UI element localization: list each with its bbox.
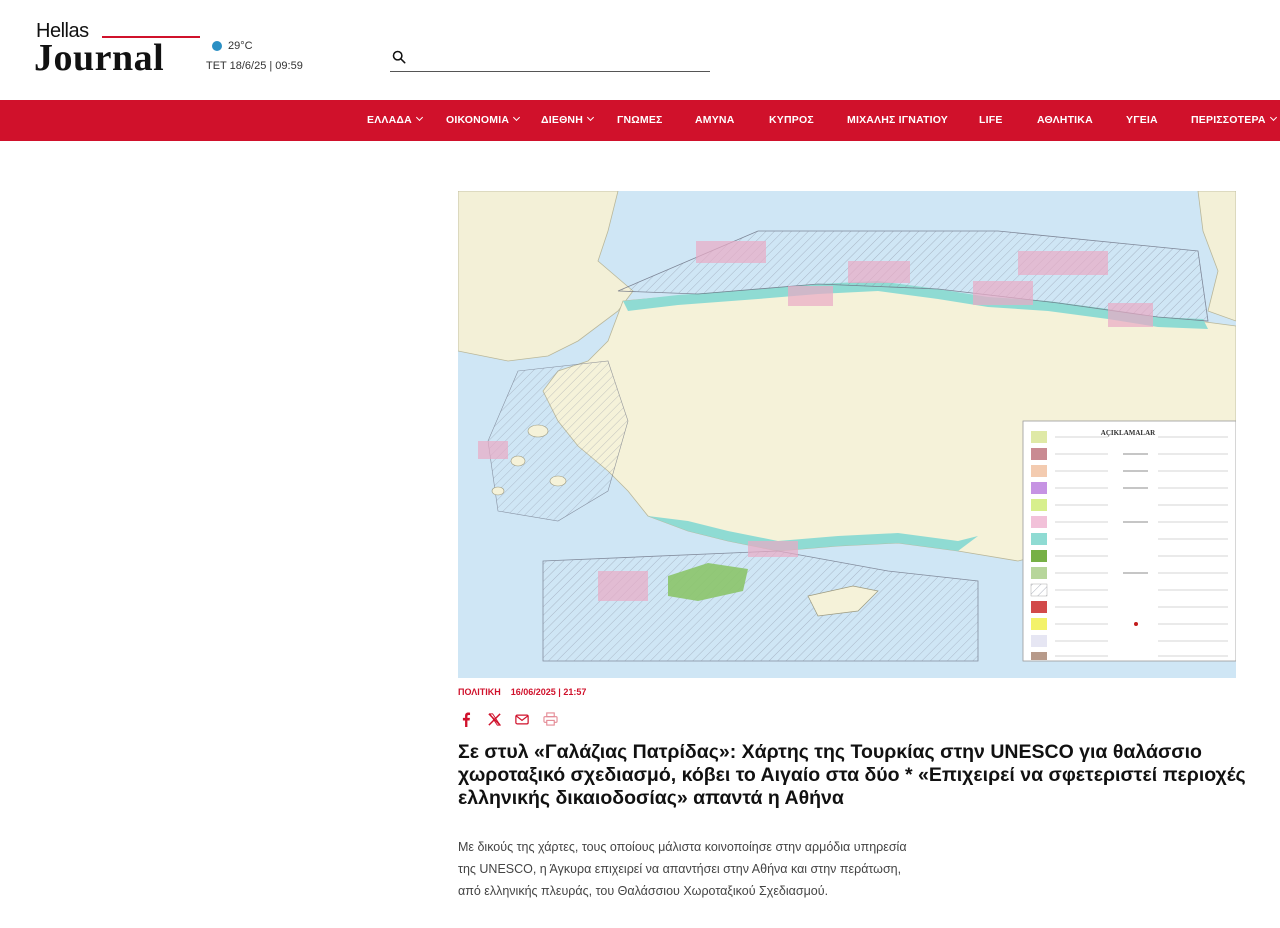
nav-label: ΜΙΧΑΛΗΣ ΙΓΝΑΤΙΟΥ xyxy=(847,114,948,126)
main-nav: ΕΛΛΑΔΑ ΟΙΚΟΝΟΜΙΑ ΔΙΕΘΝΗ ΓΝΩΜΕΣ ΑΜΥΝΑ ΚΥΠ… xyxy=(0,100,1280,141)
chevron-down-icon xyxy=(513,113,521,122)
email-icon[interactable] xyxy=(514,711,530,727)
nav-item-oikonomia[interactable]: ΟΙΚΟΝΟΜΙΑ xyxy=(446,100,521,141)
article-lead: Με δικούς της χάρτες, τους οποίους μάλισ… xyxy=(458,840,907,898)
site-logo[interactable]: Hellas Journal xyxy=(34,18,200,84)
logo-main-text: Journal xyxy=(34,37,165,79)
nav-item-ygeia[interactable]: ΥΓΕΙΑ xyxy=(1126,100,1158,141)
chevron-down-icon xyxy=(1269,113,1277,122)
article-hero-image[interactable]: AÇIKLAMALAR xyxy=(458,191,1236,678)
site-header: Hellas Journal 29°C ΤΕΤ 18/6/25 | 09:59 xyxy=(0,0,1280,100)
nav-item-ellada[interactable]: ΕΛΛΑΔΑ xyxy=(367,100,423,141)
print-icon[interactable] xyxy=(542,711,558,727)
nav-item-amyna[interactable]: ΑΜΥΝΑ xyxy=(695,100,735,141)
nav-label: ΑΘΛΗΤΙΚΑ xyxy=(1037,114,1093,126)
nav-item-diethni[interactable]: ΔΙΕΘΝΗ xyxy=(541,100,595,141)
article-date: 16/06/2025 | 21:57 xyxy=(510,687,587,697)
nav-item-perissotera[interactable]: ΠΕΡΙΣΣΟΤΕΡΑ xyxy=(1191,100,1277,141)
nav-item-michalis-ignatiou[interactable]: ΜΙΧΑΛΗΣ ΙΓΝΑΤΙΟΥ xyxy=(847,100,948,141)
nav-item-life[interactable]: LIFE xyxy=(979,100,1003,141)
chevron-down-icon xyxy=(415,113,423,122)
map-illustration: AÇIKLAMALAR xyxy=(458,191,1236,678)
nav-label: ΥΓΕΙΑ xyxy=(1126,114,1158,126)
weather-widget: 29°C ΤΕΤ 18/6/25 | 09:59 xyxy=(206,40,303,72)
current-datetime: ΤΕΤ 18/6/25 | 09:59 xyxy=(206,60,303,72)
nav-label: ΔΙΕΘΝΗ xyxy=(541,114,584,126)
nav-label: ΑΜΥΝΑ xyxy=(695,114,735,126)
nav-label: ΕΛΛΑΔΑ xyxy=(367,114,412,126)
nav-label: ΓΝΩΜΕΣ xyxy=(617,114,663,126)
facebook-icon[interactable] xyxy=(458,711,474,727)
nav-label: ΟΙΚΟΝΟΜΙΑ xyxy=(446,114,510,126)
article-category[interactable]: ΠΟΛΙΤΙΚΗ xyxy=(458,687,501,697)
nav-item-gnomes[interactable]: ΓΝΩΜΕΣ xyxy=(617,100,663,141)
search-bar xyxy=(390,46,710,72)
map-legend-title: AÇIKLAMALAR xyxy=(1101,429,1156,437)
search-icon[interactable] xyxy=(392,50,406,64)
nav-label: ΠΕΡΙΣΣΟΤΕΡΑ xyxy=(1191,114,1266,126)
nav-label: ΚΥΠΡΟΣ xyxy=(769,114,814,126)
article-title: Σε στυλ «Γαλάζιας Πατρίδας»: Χάρτης της … xyxy=(458,741,1246,809)
search-input[interactable] xyxy=(414,46,704,70)
nav-label: LIFE xyxy=(979,114,1003,126)
weather-temp: 29°C xyxy=(228,40,253,52)
article-meta: ΠΟΛΙΤΙΚΗ 16/06/2025 | 21:57 xyxy=(458,687,586,697)
share-bar xyxy=(458,711,558,727)
nav-item-kypros[interactable]: ΚΥΠΡΟΣ xyxy=(769,100,814,141)
x-icon[interactable] xyxy=(486,711,502,727)
weather-icon xyxy=(212,41,222,51)
nav-item-athlitika[interactable]: ΑΘΛΗΤΙΚΑ xyxy=(1037,100,1093,141)
chevron-down-icon xyxy=(586,113,595,122)
